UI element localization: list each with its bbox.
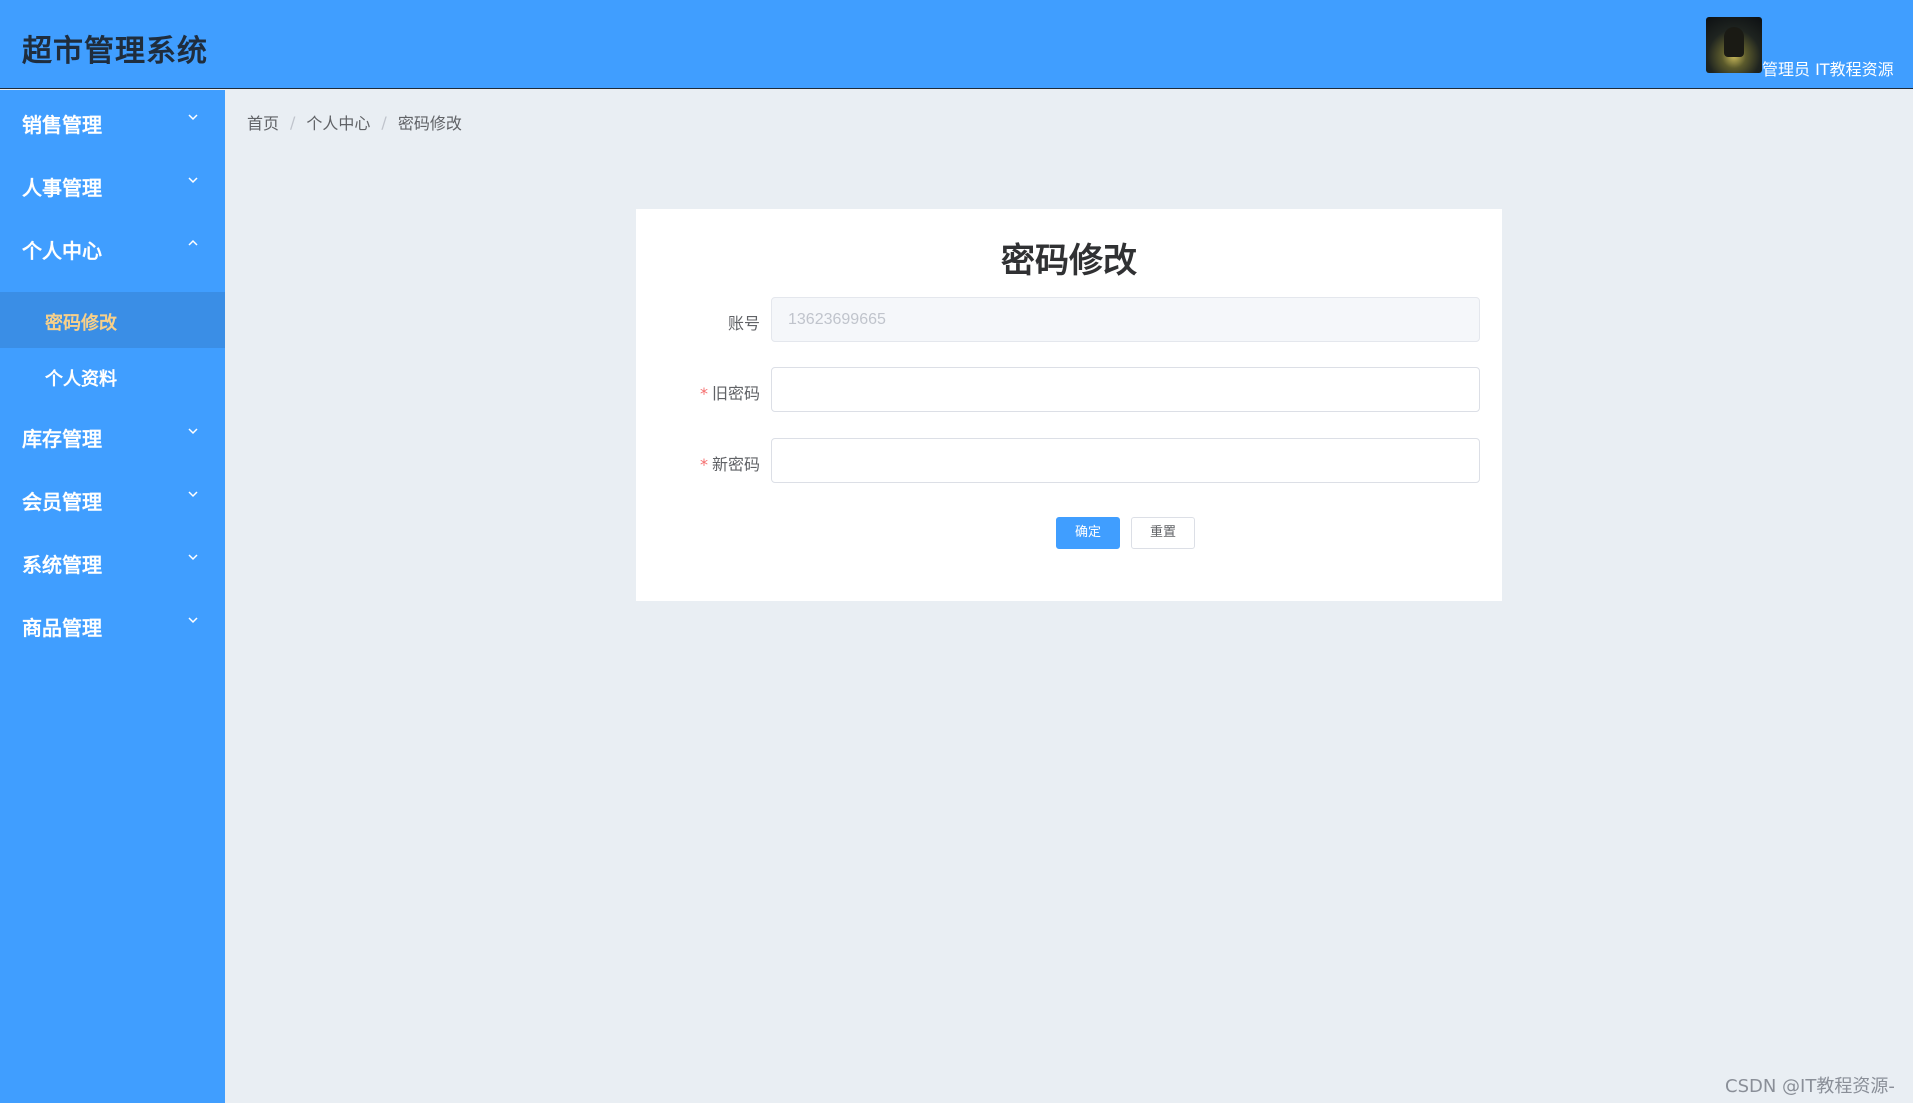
sidebar-subitem-change-password[interactable]: 密码修改	[0, 292, 225, 348]
breadcrumb-separator: /	[381, 112, 387, 132]
sidebar-item-label: 销售管理	[22, 113, 102, 137]
sidebar-item-system[interactable]: 系统管理	[0, 530, 225, 593]
sidebar-subitem-profile[interactable]: 个人资料	[0, 348, 225, 404]
sidebar-item-label: 会员管理	[22, 490, 102, 514]
required-mark: *	[699, 384, 708, 403]
chevron-down-icon	[188, 617, 198, 624]
sidebar-menu: 销售管理 人事管理 个人中心 密码修改 个人资料 库存管理 会员管理 系统管理 …	[0, 90, 225, 1103]
sidebar-item-members[interactable]: 会员管理	[0, 467, 225, 530]
account-label: 账号	[727, 314, 760, 333]
sidebar-item-sales[interactable]: 销售管理	[0, 90, 225, 153]
sidebar-subitem-label: 密码修改	[45, 313, 117, 334]
chevron-up-icon	[188, 239, 198, 246]
chevron-down-icon	[188, 491, 198, 498]
password-form-card: 密码修改 账号 13623699665 * 旧密码 * 新密码 确定 重置	[636, 209, 1502, 601]
sidebar-item-hr[interactable]: 人事管理	[0, 153, 225, 216]
chevron-down-icon	[188, 428, 198, 435]
new-password-label: * 新密码	[700, 451, 760, 475]
old-password-row: * 旧密码	[636, 367, 1502, 413]
app-title: 超市管理系统	[22, 34, 208, 69]
breadcrumb-personal-center: 个人中心	[306, 114, 371, 133]
top-header: 超市管理系统 管理员 IT教程资源	[0, 0, 1913, 89]
sidebar-item-label: 人事管理	[22, 176, 102, 200]
sidebar-item-inventory[interactable]: 库存管理	[0, 404, 225, 467]
user-avatar[interactable]	[1706, 17, 1762, 73]
breadcrumb-home[interactable]: 首页	[247, 110, 279, 134]
account-field: 13623699665	[771, 297, 1480, 342]
account-row: 账号 13623699665	[636, 297, 1502, 343]
confirm-button[interactable]: 确定	[1056, 517, 1120, 549]
new-password-row: * 新密码	[636, 438, 1502, 484]
sidebar-item-label: 库存管理	[22, 427, 102, 451]
submenu-spacer	[0, 279, 225, 292]
avatar-figure	[1724, 27, 1744, 57]
chevron-down-icon	[188, 177, 198, 184]
old-password-label-text: 旧密码	[711, 384, 760, 403]
user-name-label[interactable]: 管理员 IT教程资源	[1762, 56, 1894, 80]
watermark: CSDN @IT教程资源-	[1725, 1076, 1895, 1097]
old-password-label: * 旧密码	[700, 380, 760, 404]
chevron-down-icon	[188, 114, 198, 121]
sidebar-item-label: 商品管理	[22, 616, 102, 640]
breadcrumb-separator: /	[290, 112, 296, 132]
main-content: 首页 / 个人中心 / 密码修改 密码修改 账号 13623699665 * 旧密…	[225, 90, 1913, 1103]
sidebar-item-products[interactable]: 商品管理	[0, 593, 225, 656]
new-password-label-text: 新密码	[711, 455, 760, 474]
old-password-input[interactable]	[771, 367, 1480, 412]
breadcrumb: 首页 / 个人中心 / 密码修改	[247, 110, 462, 134]
sidebar-item-personal-center[interactable]: 个人中心	[0, 216, 225, 279]
reset-button[interactable]: 重置	[1131, 517, 1195, 549]
form-title: 密码修改	[1001, 241, 1137, 281]
new-password-input[interactable]	[771, 438, 1480, 483]
breadcrumb-current: 密码修改	[397, 114, 462, 133]
required-mark: *	[699, 455, 708, 474]
chevron-down-icon	[188, 554, 198, 561]
sidebar-item-label: 个人中心	[22, 239, 102, 263]
sidebar-subitem-label: 个人资料	[45, 369, 117, 390]
sidebar-item-label: 系统管理	[22, 553, 102, 577]
